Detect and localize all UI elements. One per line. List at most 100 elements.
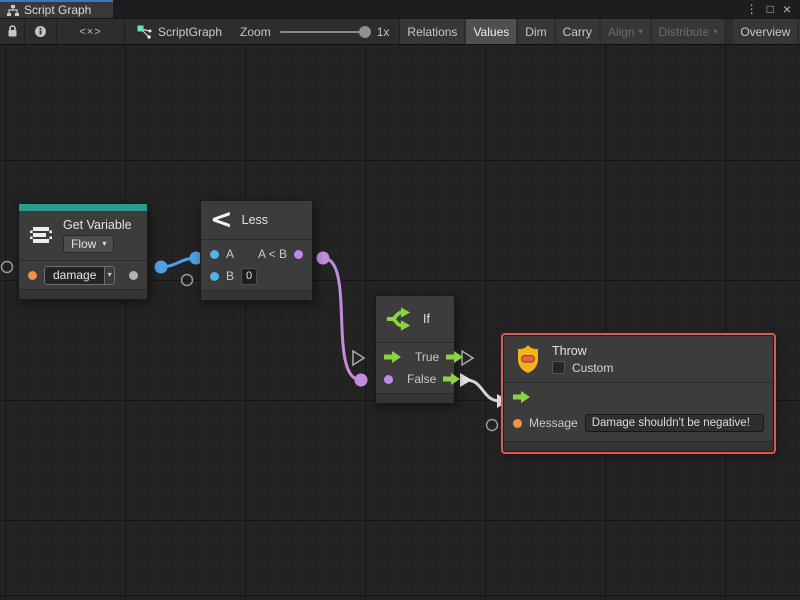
node-get-variable[interactable]: Get Variable Flow ▾ damage ▾ [18,203,148,300]
dropdown-arrow[interactable]: ▾ [104,267,114,284]
custom-checkbox-label: Custom [572,361,613,375]
button-label: Dim [525,25,546,39]
input-a-port[interactable] [210,250,219,259]
zoom-slider-handle[interactable] [359,26,371,38]
flow-output-false-arrow-icon[interactable] [443,373,460,385]
overview-button[interactable]: Overview [733,19,797,44]
wire-if-false-to-throw[interactable] [460,373,509,408]
custom-checkbox[interactable] [552,361,565,374]
tab-script-graph[interactable]: Script Graph [0,0,113,18]
variable-kind-accent-bar [19,204,147,211]
port-row: B 0 [201,265,312,287]
unconnected-port-ring-get-variable-name [2,262,13,273]
flow-input-arrow-icon[interactable] [513,391,530,403]
wire-less-to-if-condition[interactable] [317,252,368,387]
zoom-value: 1x [377,25,390,39]
node-footer [19,289,147,299]
info-icon [34,25,47,38]
align-button[interactable]: Align ▾ [601,19,650,44]
port-row [504,386,773,408]
button-label: Overview [740,25,790,39]
chevron-down-icon: ▾ [713,28,717,36]
comparison-output-port[interactable] [294,250,303,259]
chevron-down-icon: ▾ [108,271,112,279]
window-controls: ⋮ □ × [746,0,800,18]
button-label: Carry [563,25,592,39]
node-body: A A < B B 0 [201,239,312,290]
node-throw[interactable]: Throw Custom Message Damage shouldn't be… [503,335,774,452]
node-body: True False [376,342,454,393]
port-row: Message Damage shouldn't be negative! [504,408,773,438]
info-button[interactable] [25,19,57,44]
false-output-label: False [407,372,436,386]
variable-name-port[interactable] [28,271,37,280]
close-icon[interactable]: × [783,2,791,16]
node-header: < Less [201,201,312,239]
variable-icon [28,224,54,248]
wire-get-variable-to-less-a[interactable] [155,252,203,274]
node-title: Throw [552,344,587,358]
zoom-control: Zoom 1x [222,19,399,44]
message-value-field[interactable]: Damage shouldn't be negative! [585,414,764,432]
graph-name-label: ScriptGraph [158,25,222,39]
graph-toolbar: <×> ScriptGraph Zoom 1x Relations Values… [0,18,800,45]
button-label: Relations [407,25,457,39]
script-graph-window: Script Graph ⋮ □ × <×> ScriptGraph Zoom … [0,0,800,600]
node-header: If [376,296,454,342]
button-label: Align [608,25,635,39]
port-row: damage ▾ [19,264,147,286]
less-than-icon: < [210,208,233,232]
node-footer [376,393,454,403]
lock-icon [7,25,18,38]
node-header: Throw Custom [504,336,773,382]
button-label: Values [473,25,509,39]
script-graph-asset-icon [137,25,152,39]
flow-input-arrow-icon[interactable] [384,351,401,363]
message-input-port[interactable] [513,419,522,428]
unconnected-port-ring-less-b [182,275,193,286]
output-label: A < B [258,247,287,261]
variable-name-dropdown[interactable]: damage ▾ [44,266,115,285]
window-menu-icon[interactable]: ⋮ [746,3,758,15]
input-a-label: A [226,247,234,261]
zoom-label: Zoom [240,25,271,39]
variable-kind-dropdown[interactable]: Flow ▾ [63,235,114,253]
button-label: Distribute [659,25,710,39]
node-less[interactable]: < Less A A < B B 0 [200,200,313,301]
distribute-button[interactable]: Distribute▾ [652,19,725,44]
variable-value-output-port[interactable] [129,271,138,280]
values-button[interactable]: Values [466,19,516,44]
condition-input-port[interactable] [384,375,393,384]
code-brackets-icon: <×> [79,26,101,38]
unconnected-flow-triangle-if-input [353,351,364,365]
node-footer [504,441,773,451]
true-output-label: True [415,350,439,364]
code-view-toggle[interactable]: <×> [57,19,125,44]
input-b-value-field[interactable]: 0 [241,268,257,285]
flow-output-true-arrow-icon[interactable] [446,351,463,363]
lock-button[interactable] [0,19,25,44]
chevron-down-icon: ▾ [639,28,643,36]
node-body: damage ▾ [19,260,147,289]
relations-button[interactable]: Relations [400,19,464,44]
maximize-icon[interactable]: □ [767,3,774,15]
node-footer [201,290,312,300]
branch-icon [386,306,414,332]
variable-kind-value: Flow [71,237,96,251]
graph-canvas[interactable]: Get Variable Flow ▾ damage ▾ [0,45,800,600]
dim-button[interactable]: Dim [518,19,553,44]
input-b-label: B [226,269,234,283]
title-bar: Script Graph ⋮ □ × [0,0,800,18]
variable-name-value: damage [45,267,104,284]
node-body: Message Damage shouldn't be negative! [504,382,773,441]
node-title: If [423,312,430,326]
exception-shield-icon [513,343,543,375]
zoom-slider[interactable] [280,31,368,33]
node-if[interactable]: If True False [375,295,455,404]
tab-title: Script Graph [24,3,91,17]
carry-button[interactable]: Carry [556,19,599,44]
unconnected-flow-triangle-if-true [462,351,473,365]
graph-breadcrumb[interactable]: ScriptGraph [125,19,222,44]
node-header: Get Variable Flow ▾ [19,211,147,260]
input-b-port[interactable] [210,272,219,281]
